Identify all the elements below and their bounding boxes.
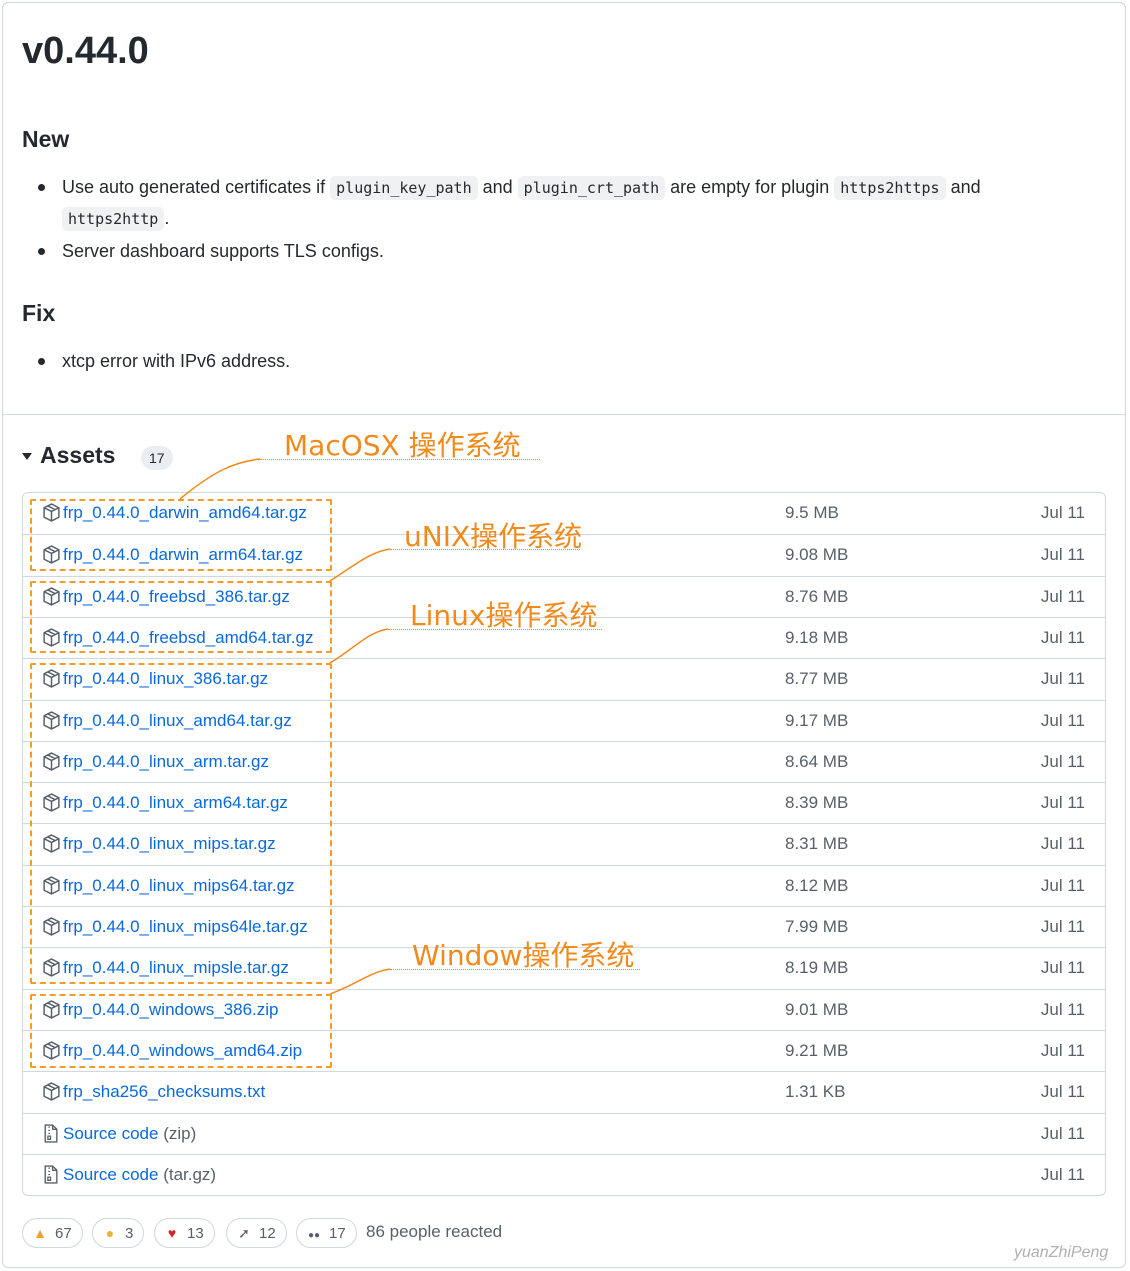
asset-date: Jul 11 [1040, 999, 1085, 1019]
asset-date: Jul 11 [1040, 669, 1085, 689]
reaction-count: 67 [55, 1225, 72, 1242]
macos-highlight [30, 499, 332, 571]
asset-date: Jul 11 [1040, 586, 1085, 606]
asset-link[interactable]: Source code (tar.gz) [63, 1165, 216, 1185]
linux-highlight [30, 663, 332, 984]
reactions-summary: 86 people reacted [366, 1222, 503, 1241]
asset-date: Jul 11 [1040, 545, 1085, 565]
asset-size: 1.31 KB [785, 1082, 846, 1102]
new-heading: New [22, 126, 70, 152]
asset-date: Jul 11 [1040, 834, 1085, 854]
watermark: yuanZhiPeng [1014, 1244, 1109, 1261]
reaction-count: 12 [259, 1225, 276, 1242]
asset-size: 9.21 MB [785, 1040, 849, 1060]
asset-date: Jul 11 [1040, 1040, 1085, 1060]
asset-date: Jul 11 [1040, 503, 1085, 522]
fix-item-1: xtcp error with IPv6 address. [38, 346, 1062, 376]
asset-row: Source code (zip) Jul 11 [23, 1112, 1105, 1154]
rocket-icon: ➚ [238, 1225, 250, 1241]
reaction-button[interactable]: ▲ 67 [22, 1218, 83, 1248]
asset-row: frp_sha256_checksums.txt 1.31 KB Jul 11 [23, 1071, 1105, 1112]
thumbs-up-icon: ▲ [33, 1225, 47, 1241]
asset-size: 8.12 MB [785, 875, 849, 895]
unix-highlight [30, 581, 332, 653]
unix-annotation-underline [390, 549, 580, 550]
macos-annotation-underline [260, 459, 540, 460]
macos-annotation: MacOSX 操作系统 [284, 429, 521, 462]
asset-size: 9.17 MB [785, 710, 849, 730]
heart-icon: ♥ [167, 1225, 177, 1241]
assets-count-badge: 17 [141, 446, 173, 470]
fix-heading: Fix [22, 300, 56, 326]
windows-annotation-underline [390, 969, 640, 970]
reaction-button[interactable]: ➚ 12 [226, 1218, 287, 1248]
new-item-1: Use auto generated certificates if plugi… [38, 172, 1062, 234]
reaction-count: 17 [329, 1225, 346, 1242]
reaction-count: 13 [187, 1225, 204, 1242]
eyes-icon: ●● [307, 1230, 321, 1241]
asset-date: Jul 11 [1040, 1164, 1085, 1184]
asset-date: Jul 11 [1040, 793, 1085, 813]
asset-date: Jul 11 [1040, 710, 1085, 730]
divider [2, 414, 1126, 415]
reaction-button[interactable]: ♥ 13 [154, 1218, 215, 1248]
file-zip-icon [43, 1123, 61, 1144]
asset-date: Jul 11 [1040, 627, 1085, 647]
asset-size: 8.19 MB [785, 958, 849, 978]
triangle-down-icon [22, 453, 32, 461]
windows-highlight [30, 994, 332, 1068]
asset-size: 8.77 MB [785, 669, 849, 689]
new-item-2: Server dashboard supports TLS configs. [38, 236, 1062, 266]
asset-date: Jul 11 [1040, 958, 1085, 978]
assets-toggle[interactable]: Assets [22, 442, 115, 469]
linux-annotation-underline [388, 629, 602, 630]
asset-date: Jul 11 [1040, 751, 1085, 771]
windows-annotation: Window操作系统 [412, 939, 635, 972]
asset-date: Jul 11 [1040, 1123, 1085, 1143]
asset-size: 9.18 MB [785, 627, 849, 647]
reaction-button[interactable]: ● 3 [92, 1218, 145, 1248]
asset-link[interactable]: frp_sha256_checksums.txt [63, 1082, 265, 1102]
asset-date: Jul 11 [1040, 875, 1085, 895]
asset-size: 7.99 MB [785, 917, 849, 936]
reaction-count: 3 [125, 1225, 134, 1242]
asset-size: 8.76 MB [785, 586, 849, 606]
asset-size: 9.08 MB [785, 545, 849, 565]
reaction-button[interactable]: ●● 17 [296, 1218, 357, 1248]
assets-label: Assets [40, 442, 116, 468]
asset-row: Source code (tar.gz) Jul 11 [23, 1153, 1105, 1195]
asset-size: 8.39 MB [785, 793, 849, 813]
asset-date: Jul 11 [1040, 1082, 1085, 1102]
file-zip-icon [43, 1165, 61, 1185]
linux-annotation: Linux操作系统 [410, 599, 598, 632]
laugh-icon: ● [105, 1225, 115, 1241]
asset-size: 9.5 MB [785, 503, 839, 522]
asset-size: 9.01 MB [785, 999, 849, 1019]
release-title: v0.44.0 [22, 30, 149, 72]
package-icon [43, 1082, 61, 1102]
asset-date: Jul 11 [1040, 917, 1085, 936]
asset-size: 8.31 MB [785, 834, 849, 854]
asset-size: 8.64 MB [785, 751, 849, 771]
asset-link[interactable]: Source code (zip) [63, 1124, 196, 1144]
